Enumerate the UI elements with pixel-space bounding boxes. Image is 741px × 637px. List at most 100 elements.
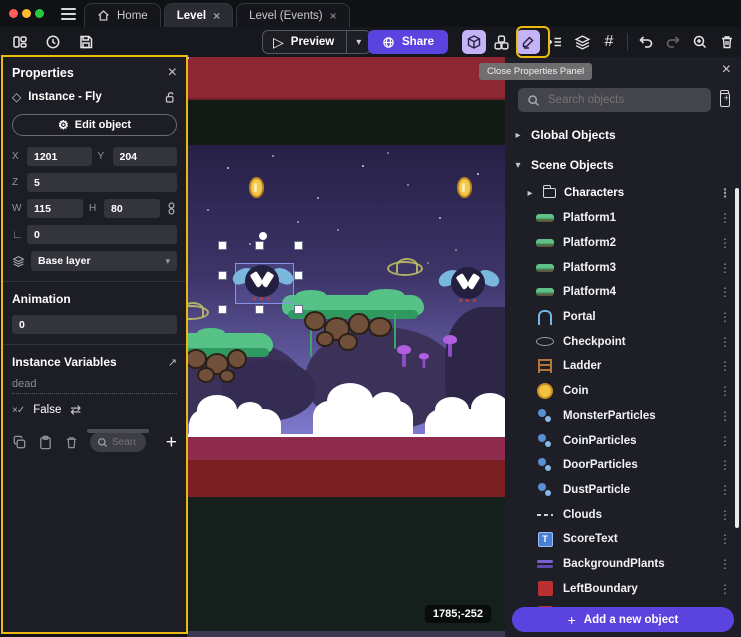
variable-value[interactable]: False: [33, 404, 61, 416]
item-menu-icon[interactable]: ⋮: [719, 582, 731, 596]
toggle-value-icon[interactable]: ⇄: [70, 402, 81, 418]
item-menu-icon[interactable]: ⋮: [719, 532, 731, 546]
selection-handle[interactable]: [218, 271, 227, 280]
link-dimensions-icon[interactable]: [166, 202, 177, 215]
window-controls[interactable]: [9, 9, 44, 18]
open-variables-icon[interactable]: ↗: [168, 356, 177, 369]
preview-options-dropdown[interactable]: ▾: [346, 31, 370, 53]
item-menu-icon[interactable]: ⋮: [719, 508, 731, 522]
tab-level-events[interactable]: Level (Events) ×: [236, 3, 350, 27]
chevron-right-icon[interactable]: ▸: [525, 188, 535, 199]
selection-handle[interactable]: [294, 305, 303, 314]
selection-handle[interactable]: [218, 305, 227, 314]
object-list-item[interactable]: Portal ⋮: [505, 305, 741, 330]
object-list-item[interactable]: LeftBoundary ⋮: [505, 576, 741, 601]
z-field[interactable]: [27, 173, 177, 192]
toggle-panels-icon[interactable]: [8, 30, 32, 54]
properties-scrollbar[interactable]: [87, 429, 149, 433]
x-field[interactable]: [27, 147, 92, 166]
height-field[interactable]: [104, 199, 160, 218]
selection-handle[interactable]: [294, 271, 303, 280]
layers-icon[interactable]: [570, 30, 594, 54]
object-list-item[interactable]: Checkpoint ⋮: [505, 329, 741, 354]
platform-instance[interactable]: [187, 333, 273, 389]
item-menu-icon[interactable]: ⋮: [719, 310, 731, 324]
object-list-item[interactable]: Coin ⋮: [505, 379, 741, 404]
selection-handle[interactable]: [294, 241, 303, 250]
folder-characters[interactable]: ▸ Characters ⋮: [505, 180, 741, 206]
item-menu-icon[interactable]: ⋮: [719, 285, 731, 299]
item-menu-icon[interactable]: ⋮: [719, 236, 731, 250]
group-scene-objects[interactable]: ▾ Scene Objects: [505, 150, 741, 180]
item-menu-icon[interactable]: ⋮: [719, 483, 731, 497]
chevron-down-icon[interactable]: ▾: [513, 160, 523, 171]
layer-dropdown[interactable]: Base layer ▾: [31, 251, 177, 271]
item-menu-icon[interactable]: ⋮: [719, 211, 731, 225]
variable-name[interactable]: dead: [12, 369, 177, 394]
y-field[interactable]: [113, 147, 178, 166]
add-variable-button[interactable]: +: [166, 433, 177, 452]
item-menu-icon[interactable]: ⋮: [719, 261, 731, 275]
edit-object-button[interactable]: ⚙ Edit object: [12, 114, 177, 136]
copy-icon[interactable]: [12, 435, 27, 450]
paste-icon[interactable]: [38, 435, 53, 450]
platform-instance[interactable]: [282, 295, 424, 357]
edit-scene-pencil-icon[interactable]: [516, 30, 540, 54]
animation-field[interactable]: [12, 315, 177, 334]
tab-home[interactable]: Home: [84, 3, 161, 27]
minimize-window-button[interactable]: [22, 9, 31, 18]
redo-icon[interactable]: [661, 30, 685, 54]
item-menu-icon[interactable]: ⋮: [719, 186, 731, 200]
objects-scrollbar[interactable]: [735, 188, 739, 528]
selection-handle[interactable]: [255, 241, 264, 250]
close-window-button[interactable]: [9, 9, 18, 18]
item-menu-icon[interactable]: ⋮: [719, 359, 731, 373]
scene-editor-canvas[interactable]: 1785;-252: [187, 57, 505, 637]
preview-button[interactable]: ▷ Preview: [263, 31, 346, 53]
group-global-objects[interactable]: ▸ Global Objects: [505, 120, 741, 150]
unlock-icon[interactable]: [164, 91, 177, 104]
coin-instance[interactable]: [457, 177, 472, 198]
checkpoint-instance[interactable]: [387, 261, 423, 276]
maximize-window-button[interactable]: [35, 9, 44, 18]
instances-list-icon[interactable]: [543, 30, 567, 54]
rotation-handle[interactable]: [259, 232, 267, 240]
fly-instance-selected[interactable]: [239, 265, 287, 303]
variables-search-input[interactable]: [112, 437, 136, 448]
object-list-item[interactable]: MonsterParticles ⋮: [505, 404, 741, 429]
item-menu-icon[interactable]: ⋮: [719, 409, 731, 423]
add-new-object-button[interactable]: + Add a new object: [512, 607, 734, 632]
share-button[interactable]: Share: [368, 30, 448, 54]
item-menu-icon[interactable]: ⋮: [719, 458, 731, 472]
undo-icon[interactable]: [634, 30, 658, 54]
coin-instance[interactable]: [249, 177, 264, 198]
object-list-item[interactable]: DustParticle ⋮: [505, 478, 741, 503]
object-list-item[interactable]: Platform3 ⋮: [505, 255, 741, 280]
object-list-item[interactable]: Platform2 ⋮: [505, 231, 741, 256]
item-menu-icon[interactable]: ⋮: [719, 434, 731, 448]
save-icon[interactable]: [74, 30, 98, 54]
selection-handle[interactable]: [255, 305, 264, 314]
objects-search[interactable]: [518, 88, 711, 112]
zoom-in-icon[interactable]: [688, 30, 712, 54]
variables-search[interactable]: [90, 432, 146, 452]
object-list-item[interactable]: Platform4 ⋮: [505, 280, 741, 305]
angle-field[interactable]: [27, 225, 177, 244]
width-field[interactable]: [27, 199, 83, 218]
trash-icon[interactable]: [715, 30, 739, 54]
trash-icon[interactable]: [64, 435, 79, 450]
selection-handle[interactable]: [218, 241, 227, 250]
object-list-item[interactable]: CoinParticles ⋮: [505, 428, 741, 453]
object-list-item[interactable]: Platform1 ⋮: [505, 206, 741, 231]
add-folder-icon[interactable]: [720, 93, 730, 107]
item-menu-icon[interactable]: ⋮: [719, 384, 731, 398]
item-menu-icon[interactable]: ⋮: [719, 335, 731, 349]
close-tab-icon[interactable]: ×: [213, 10, 220, 22]
toggle-3d-view-icon[interactable]: [462, 30, 486, 54]
menu-icon[interactable]: [61, 8, 76, 20]
object-groups-icon[interactable]: [489, 30, 513, 54]
objects-search-input[interactable]: [548, 94, 702, 106]
grid-icon[interactable]: #: [597, 30, 621, 54]
object-list-item[interactable]: BackgroundPlants ⋮: [505, 552, 741, 577]
close-properties-icon[interactable]: ×: [168, 65, 177, 81]
